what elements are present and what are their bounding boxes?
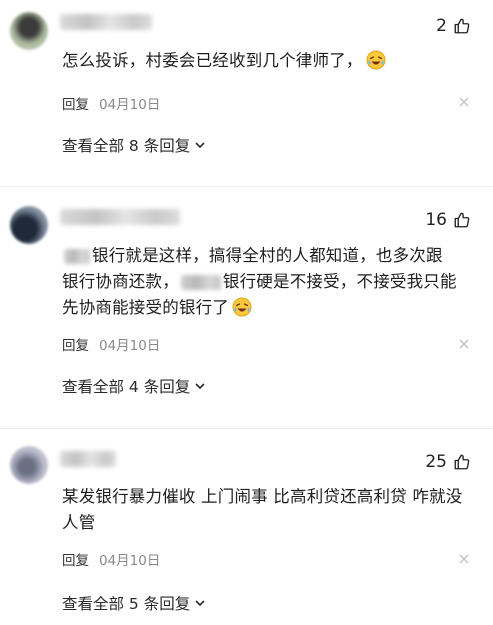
comment-meta: 回复 04月10日 bbox=[62, 549, 160, 569]
like-count: 25 bbox=[425, 452, 447, 472]
chevron-down-icon bbox=[195, 383, 205, 390]
comment-text: 怎么投诉，村委会已经收到几个律师了， bbox=[62, 48, 467, 74]
close-icon[interactable] bbox=[459, 554, 469, 564]
username-blurred[interactable] bbox=[60, 209, 180, 225]
laughing-crying-emoji-icon bbox=[366, 50, 386, 70]
comment-text-line-2: 人管 bbox=[62, 513, 96, 532]
username-blurred[interactable] bbox=[60, 14, 152, 30]
avatar[interactable] bbox=[10, 12, 48, 50]
like-button[interactable]: 25 bbox=[425, 452, 471, 472]
comment-date: 04月10日 bbox=[99, 97, 161, 113]
like-count: 2 bbox=[436, 16, 447, 36]
comment-text: 某发银行暴力催收 上门闹事 比高利贷还高利贷 咋就没 人管 bbox=[62, 484, 467, 536]
comment-meta: 回复 04月10日 bbox=[62, 334, 160, 354]
expand-replies-button[interactable]: 查看全部 4 条回复 bbox=[62, 375, 206, 397]
avatar[interactable] bbox=[10, 206, 48, 244]
username-blurred[interactable] bbox=[60, 451, 116, 467]
redacted-bank-name bbox=[180, 275, 221, 290]
comment-text-line: 怎么投诉，村委会已经收到几个律师了， bbox=[62, 51, 363, 70]
expand-replies-button[interactable]: 查看全部 8 条回复 bbox=[62, 134, 206, 156]
like-button[interactable]: 2 bbox=[436, 16, 471, 36]
divider bbox=[0, 186, 493, 187]
comment-1: 2 怎么投诉，村委会已经收到几个律师了， 回复 04月10日 查看全部 8 条回… bbox=[0, 0, 493, 180]
comment-text-line-3: 先协商能接受的银行了 bbox=[62, 295, 467, 321]
redacted-bank-name bbox=[64, 249, 90, 264]
like-count: 16 bbox=[425, 210, 447, 230]
thumbs-up-icon bbox=[454, 212, 470, 228]
close-icon[interactable] bbox=[459, 97, 469, 107]
comment-text-line-1: 某发银行暴力催收 上门闹事 比高利贷还高利贷 咋就没 bbox=[62, 487, 463, 506]
thumbs-up-icon bbox=[454, 18, 470, 34]
chevron-down-icon bbox=[195, 142, 205, 149]
comment-text: 银行就是这样，搞得全村的人都知道，也多次跟 银行协商还款， 银行硬是不接受，不接受… bbox=[62, 243, 467, 321]
thumbs-up-icon bbox=[454, 454, 470, 470]
chevron-down-icon bbox=[195, 600, 205, 607]
comment-date: 04月10日 bbox=[99, 553, 161, 569]
expand-replies-label: 查看全部 5 条回复 bbox=[62, 595, 191, 613]
expand-replies-label: 查看全部 8 条回复 bbox=[62, 137, 191, 155]
close-icon[interactable] bbox=[459, 339, 469, 349]
expand-replies-button[interactable]: 查看全部 5 条回复 bbox=[62, 592, 206, 614]
reply-button[interactable]: 回复 bbox=[62, 93, 89, 113]
like-button[interactable]: 16 bbox=[425, 210, 471, 230]
laughing-crying-emoji-icon bbox=[232, 297, 252, 317]
comment-text-line-2: 银行协商还款， 银行硬是不接受，不接受我只能 bbox=[62, 272, 457, 291]
comment-text-line-1: 银行就是这样，搞得全村的人都知道，也多次跟 bbox=[62, 243, 467, 269]
reply-button[interactable]: 回复 bbox=[62, 549, 89, 569]
divider bbox=[0, 428, 493, 429]
comment-date: 04月10日 bbox=[99, 338, 161, 354]
avatar[interactable] bbox=[10, 446, 48, 484]
comment-meta: 回复 04月10日 bbox=[62, 93, 160, 113]
reply-button[interactable]: 回复 bbox=[62, 334, 89, 354]
expand-replies-label: 查看全部 4 条回复 bbox=[62, 378, 191, 396]
